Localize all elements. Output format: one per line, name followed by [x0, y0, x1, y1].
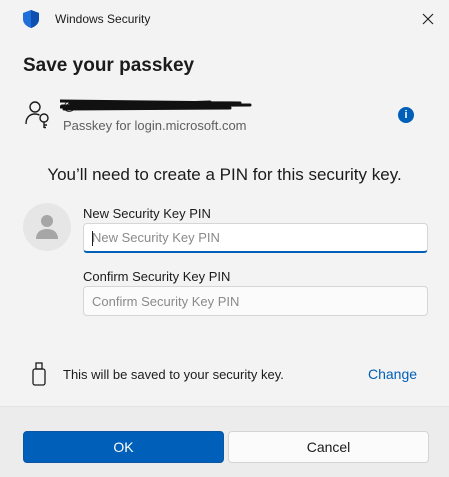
avatar — [23, 203, 71, 251]
usb-key-icon — [32, 362, 46, 386]
key-person-icon — [25, 101, 49, 129]
dialog-footer: OK Cancel — [0, 406, 449, 477]
passkey-site: Passkey for login.microsoft.com — [63, 118, 247, 133]
pin-instruction: You’ll need to create a PIN for this sec… — [47, 165, 402, 184]
cancel-button[interactable]: Cancel — [228, 431, 429, 463]
storage-info: This will be saved to your security key. — [63, 367, 284, 382]
person-icon — [36, 215, 58, 239]
change-link[interactable]: Change — [368, 366, 417, 382]
new-pin-label: New Security Key PIN — [83, 206, 211, 221]
confirm-pin-input[interactable] — [83, 286, 428, 316]
window-title: Windows Security — [55, 12, 151, 26]
redaction-scribble — [60, 99, 252, 111]
text-caret — [92, 231, 93, 246]
dialog-heading: Save your passkey — [23, 55, 195, 76]
info-icon[interactable]: i — [398, 107, 414, 123]
ok-button[interactable]: OK — [23, 431, 224, 463]
confirm-pin-label: Confirm Security Key PIN — [83, 269, 231, 284]
close-button[interactable] — [415, 6, 441, 32]
title-bar: Windows Security — [0, 0, 449, 38]
passkey-dialog: Windows Security Save your passkey @micr… — [0, 0, 449, 477]
shield-icon — [23, 10, 39, 28]
close-icon — [422, 13, 434, 25]
new-pin-input[interactable] — [83, 223, 428, 253]
